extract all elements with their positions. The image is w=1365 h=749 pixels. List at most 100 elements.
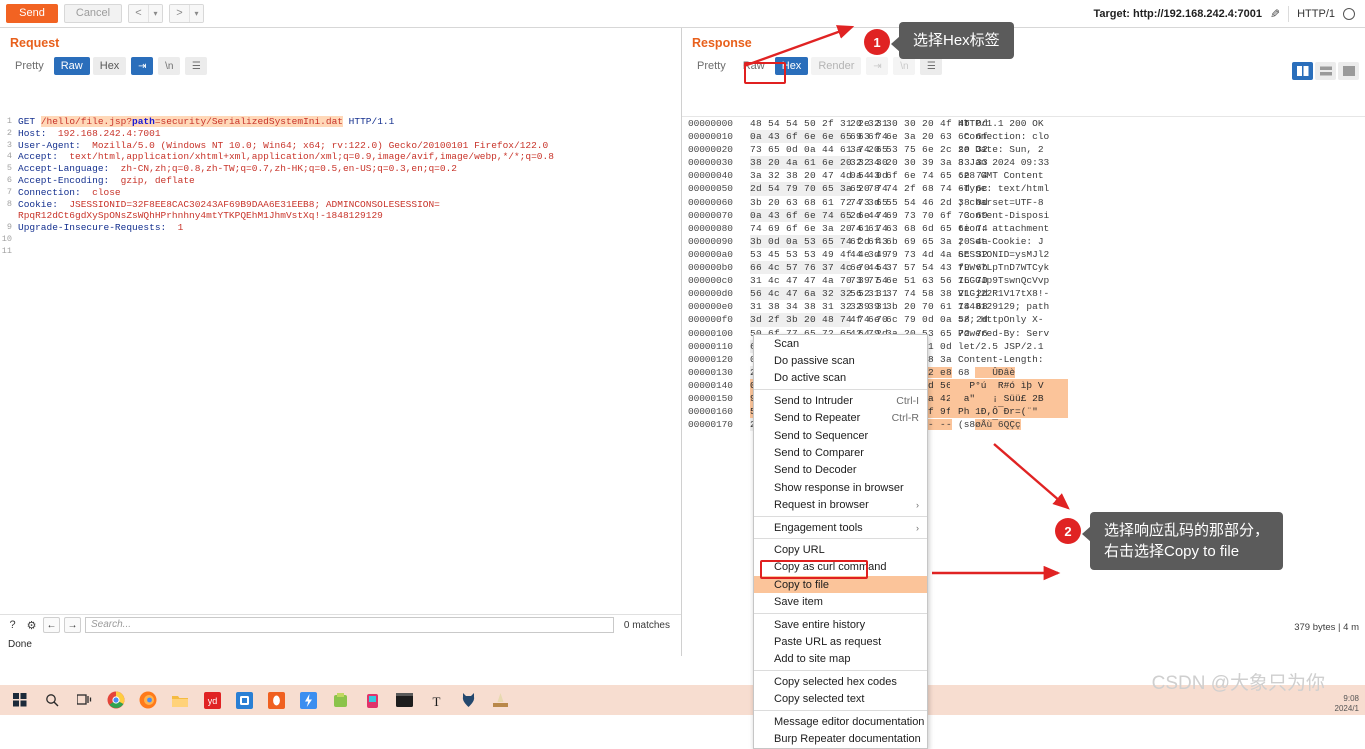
request-menu-icon[interactable]: ☰	[185, 57, 208, 75]
hex-row[interactable]: 000000c0 31 4c 47 47 4a 70 39 54 73 77 6e …	[682, 274, 1365, 287]
text-icon[interactable]: T	[420, 686, 452, 714]
hex-row[interactable]: 00000060 3b 20 63 68 61 72 73 65 74 3d 55 …	[682, 196, 1365, 209]
menu-item-do-passive-scan[interactable]: Do passive scan	[754, 352, 927, 369]
hex-ascii[interactable]: P°ú R#ó ìþ V	[950, 378, 1068, 392]
hex-ascii[interactable]: (s8øÅù¯6QÇç	[950, 418, 1068, 431]
menu-item-send-to-intruder[interactable]: Send to Intruder Ctrl-I	[754, 392, 927, 409]
response-newline-icon[interactable]: \n	[893, 57, 916, 75]
tool-icon[interactable]	[484, 686, 516, 714]
app2-icon[interactable]	[292, 686, 324, 714]
hex-bytes-left[interactable]: 48 54 54 50 2f 31 2e 31	[750, 117, 888, 130]
response-menu-icon[interactable]: ☰	[920, 57, 943, 75]
hex-bytes-right[interactable]: 2d 44 69 73 70 6f 73 69	[850, 209, 988, 222]
app4-icon[interactable]	[356, 686, 388, 714]
hex-ascii[interactable]: Content-Length:	[950, 353, 1068, 366]
hex-ascii[interactable]: SESSIONID=ysMJl2	[950, 248, 1068, 261]
request-tab-pretty[interactable]: Pretty	[8, 57, 51, 75]
hex-bytes-right[interactable]: 74 61 63 68 6d 65 6e 74	[850, 222, 988, 235]
menu-item-engagement-tools[interactable]: Engagement tools ›	[754, 519, 927, 536]
hex-ascii[interactable]: ; charset=UTF-8	[950, 196, 1068, 209]
hex-ascii[interactable]: 1LGGJp9TswnQcVvp	[950, 274, 1068, 287]
hex-bytes-left[interactable]: 3b 20 63 68 61 72 73 65	[750, 196, 888, 209]
menu-item-send-to-comparer[interactable]: Send to Comparer	[754, 444, 927, 461]
hex-ascii[interactable]: let/2.5 JSP/2.1	[950, 340, 1068, 353]
terminal-icon[interactable]	[388, 686, 420, 714]
help-icon[interactable]: ?	[5, 618, 20, 633]
gear-icon[interactable]: ⚙	[24, 618, 39, 633]
response-tab-raw[interactable]: Raw	[736, 57, 772, 75]
hex-bytes-left[interactable]: 31 38 34 38 31 32 39 31	[750, 300, 888, 313]
hex-row[interactable]: 000000b0 66 4c 57 76 37 4c 70 54 6e 44 37 …	[682, 261, 1365, 275]
hex-bytes-left[interactable]: 56 4c 47 6a 32 32 52 31	[750, 287, 888, 301]
hex-bytes-right[interactable]: 20 32 30 30 20 4f 4b 0d	[850, 117, 988, 130]
chrome-icon[interactable]	[100, 686, 132, 714]
request-editor[interactable]: 1 GET /hello/file.jsp?path=security/Seria…	[0, 116, 681, 614]
hex-ascii[interactable]: 68 ÛÐâè	[950, 366, 1068, 379]
hex-ascii[interactable]: fLWv7LpTnD7WTCyk	[950, 261, 1068, 274]
response-tab-render[interactable]: Render	[811, 57, 862, 75]
hex-bytes-left[interactable]: 53 45 53 53 49 4f 4e 49	[750, 248, 888, 261]
menu-item-send-to-sequencer[interactable]: Send to Sequencer	[754, 427, 927, 444]
hex-bytes-left[interactable]: 2d 54 79 70 65 3a 20 74	[750, 182, 888, 196]
menu-item-do-active-scan[interactable]: Do active scan	[754, 370, 927, 387]
next-dropdown-icon[interactable]: ▾	[190, 5, 203, 22]
hex-ascii[interactable]: se Date: Sun, 2	[950, 143, 1068, 156]
hex-ascii[interactable]: 1848129129; path	[950, 300, 1068, 313]
hex-ascii[interactable]: HTTP/1.1 200 OK	[950, 117, 1068, 130]
search-input[interactable]: Search...	[85, 617, 614, 633]
hex-ascii[interactable]: Content-Disposi	[950, 209, 1068, 222]
hex-bytes-right[interactable]: 56 31 37 74 58 38 21 2d	[850, 287, 988, 300]
prev-dropdown-icon[interactable]: ▾	[149, 5, 162, 22]
response-tab-pretty[interactable]: Pretty	[690, 57, 733, 75]
hex-row[interactable]: 000000f0 3d 2f 3b 20 48 74 74 70 4f 6e 6c …	[682, 313, 1365, 327]
menu-item-paste-url-as-request[interactable]: Paste URL as request	[754, 633, 927, 650]
search-icon[interactable]	[36, 686, 68, 714]
response-wrap-icon[interactable]: ⇥	[866, 57, 889, 75]
explorer-icon[interactable]	[164, 686, 196, 714]
firefox-icon[interactable]	[132, 686, 164, 714]
menu-item-copy-as-curl-command[interactable]: Copy as curl command	[754, 559, 927, 576]
app3-icon[interactable]	[324, 686, 356, 714]
hex-bytes-right[interactable]: 0a 43 6f 6e 74 65 6e 74	[850, 169, 988, 182]
hex-row[interactable]: 00000070 0a 43 6f 6e 74 65 6e 74 2d 44 69 …	[682, 208, 1365, 222]
opera-icon[interactable]	[260, 686, 292, 714]
request-wrap-icon[interactable]: ⇥	[131, 57, 154, 75]
hex-bytes-right[interactable]: 3a 20 53 75 6e 2c 20 32	[850, 143, 988, 156]
hex-bytes-left[interactable]: 0a 43 6f 6e 74 65 6e 74	[750, 208, 888, 222]
layout-single-pane-icon[interactable]	[1338, 62, 1359, 80]
hex-row[interactable]: 00000030 38 20 4a 61 6e 20 32 30 32 34 20 …	[682, 156, 1365, 170]
info-circle-icon[interactable]	[1343, 7, 1355, 20]
hex-bytes-right[interactable]: 73 77 6e 51 63 56 76 70	[850, 274, 988, 287]
menu-item-copy-to-file[interactable]: Copy to file	[754, 576, 927, 594]
hex-ascii[interactable]: Ph 1Ð,Ô¯Ðr=(¨"	[950, 405, 1068, 419]
hex-bytes-left[interactable]: 73 65 0d 0a 44 61 74 65	[750, 143, 888, 156]
cancel-button[interactable]: Cancel	[64, 4, 122, 23]
hex-row[interactable]: 00000080 74 69 6f 6e 3a 20 61 74 74 61 63 …	[682, 222, 1365, 235]
hex-ascii[interactable]: VLGj22R1V17tX8!-	[950, 287, 1068, 300]
hex-bytes-left[interactable]: 3b 0d 0a 53 65 74 2d 43	[750, 234, 888, 248]
hex-row[interactable]: 00000010 0a 43 6f 6e 6e 65 63 74 69 6f 6e …	[682, 130, 1365, 144]
forward-nav-group[interactable]: > ▾	[169, 4, 204, 23]
menu-item-copy-url[interactable]: Copy URL	[754, 541, 927, 558]
hex-ascii[interactable]: tion: attachment	[950, 222, 1068, 235]
search-forward-icon[interactable]: →	[64, 617, 81, 633]
hex-bytes-right[interactable]: 74 3d 55 54 46 2d 38 0d	[850, 196, 988, 209]
hex-bytes-right[interactable]: 69 6f 6e 3a 20 63 6c 6f	[850, 130, 988, 143]
taskview-icon[interactable]	[68, 686, 100, 714]
menu-item-show-response-in-browser[interactable]: Show response in browser	[754, 479, 927, 496]
hex-bytes-right[interactable]: 32 34 20 30 39 3a 33 33	[850, 156, 988, 169]
hex-bytes-right[interactable]: 32 39 3b 20 70 61 74 68	[850, 300, 988, 313]
hex-bytes-left[interactable]: 66 4c 57 76 37 4c 70 54	[750, 261, 888, 275]
start-icon[interactable]	[4, 686, 36, 714]
menu-item-add-to-site-map[interactable]: Add to site map	[754, 651, 927, 668]
hex-ascii[interactable]: =/; HttpOnly X-	[950, 313, 1068, 326]
request-tab-raw[interactable]: Raw	[53, 57, 90, 75]
hex-bytes-right[interactable]: 4f 6e 6c 79 0d 0a 58 2d	[850, 313, 988, 326]
hex-row[interactable]: 00000090 3b 0d 0a 53 65 74 2d 43 6f 6f 6b …	[682, 234, 1365, 248]
layout-horizontal-split-icon[interactable]	[1315, 62, 1336, 80]
menu-item-copy-selected-text[interactable]: Copy selected text	[754, 690, 927, 707]
request-tab-hex[interactable]: Hex	[92, 57, 127, 75]
menu-item-send-to-repeater[interactable]: Send to Repeater Ctrl-R	[754, 410, 927, 427]
hex-ascii[interactable]: :28 GMT Content	[950, 169, 1068, 182]
menu-item-message-editor-documentation[interactable]: Message editor documentation	[754, 713, 927, 730]
